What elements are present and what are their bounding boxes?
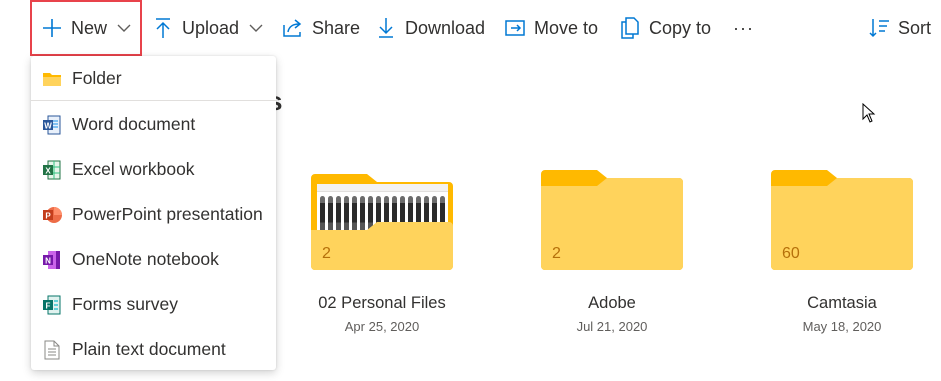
excel-icon: X [41, 159, 63, 181]
sort-icon [868, 17, 890, 39]
more-options-button[interactable]: ··· [733, 18, 754, 39]
new-button-label: New [71, 17, 108, 38]
menu-item-powerpoint[interactable]: P PowerPoint presentation [31, 192, 276, 237]
share-icon [282, 17, 304, 39]
share-label: Share [312, 17, 361, 38]
copy-to-button[interactable]: Copy to [619, 0, 711, 56]
copy-icon [619, 17, 641, 39]
move-to-label: Move to [534, 17, 599, 38]
upload-icon [152, 17, 174, 39]
menu-item-label: OneNote notebook [72, 249, 219, 269]
svg-text:F: F [46, 301, 51, 310]
menu-item-label: Plain text document [72, 339, 226, 359]
menu-item-word[interactable]: W Word document [31, 102, 276, 147]
svg-text:W: W [44, 121, 52, 130]
item-count: 60 [782, 245, 800, 262]
copy-to-label: Copy to [649, 17, 712, 38]
chevron-down-icon [117, 24, 131, 33]
menu-item-plain-text[interactable]: Plain text document [31, 327, 276, 372]
menu-item-onenote[interactable]: N OneNote notebook [31, 237, 276, 282]
menu-item-label: Excel workbook [72, 159, 195, 179]
folder-tile-adobe[interactable]: 2 Adobe Jul 21, 2020 [532, 170, 692, 334]
forms-icon: F [41, 294, 63, 316]
menu-item-folder[interactable]: Folder [31, 56, 276, 101]
menu-item-label: Folder [72, 68, 122, 88]
menu-item-label: Forms survey [72, 294, 178, 314]
upload-button[interactable]: Upload [152, 0, 263, 56]
share-button[interactable]: Share [282, 0, 360, 56]
menu-item-label: Word document [72, 114, 196, 134]
item-count: 2 [322, 245, 331, 262]
folder-icon: 2 [311, 170, 453, 270]
download-label: Download [405, 17, 486, 38]
menu-item-forms[interactable]: F Forms survey [31, 282, 276, 327]
mouse-cursor-icon [862, 102, 876, 128]
command-bar: New Upload Share Download Move to Copy t… [0, 0, 941, 56]
folder-date: May 18, 2020 [802, 319, 882, 334]
chevron-down-icon [249, 24, 263, 33]
new-menu: Folder W Word document X Excel workbook … [31, 56, 276, 370]
folder-name[interactable]: Adobe [532, 294, 692, 313]
sort-label: Sort [898, 17, 932, 38]
folder-icon: 60 [771, 170, 913, 270]
onenote-icon: N [41, 249, 63, 271]
move-icon [504, 17, 526, 39]
menu-divider [31, 100, 276, 101]
download-icon [375, 17, 397, 39]
folder-icon [41, 68, 63, 90]
move-to-button[interactable]: Move to [504, 0, 598, 56]
menu-item-label: PowerPoint presentation [72, 204, 263, 224]
svg-text:P: P [45, 211, 51, 220]
powerpoint-icon: P [41, 204, 63, 226]
folder-tile-personal-files[interactable]: 2 02 Personal Files Apr 25, 2020 [302, 170, 462, 334]
item-count: 2 [552, 245, 561, 262]
download-button[interactable]: Download [375, 0, 485, 56]
folder-date: Apr 25, 2020 [344, 319, 420, 334]
new-button[interactable]: New [30, 0, 142, 56]
folder-name[interactable]: 02 Personal Files [302, 294, 462, 313]
upload-label: Upload [182, 17, 240, 38]
word-icon: W [41, 114, 63, 136]
plus-icon [41, 17, 63, 39]
folder-tile-camtasia[interactable]: 60 Camtasia May 18, 2020 [762, 170, 922, 334]
svg-text:X: X [45, 166, 51, 175]
folder-icon: 2 [541, 170, 683, 270]
menu-item-excel[interactable]: X Excel workbook [31, 147, 276, 192]
folder-name[interactable]: Camtasia [762, 294, 922, 313]
text-file-icon [41, 339, 63, 361]
sort-button[interactable]: Sort [868, 0, 931, 56]
svg-text:N: N [45, 256, 51, 265]
folder-date: Jul 21, 2020 [576, 319, 648, 334]
